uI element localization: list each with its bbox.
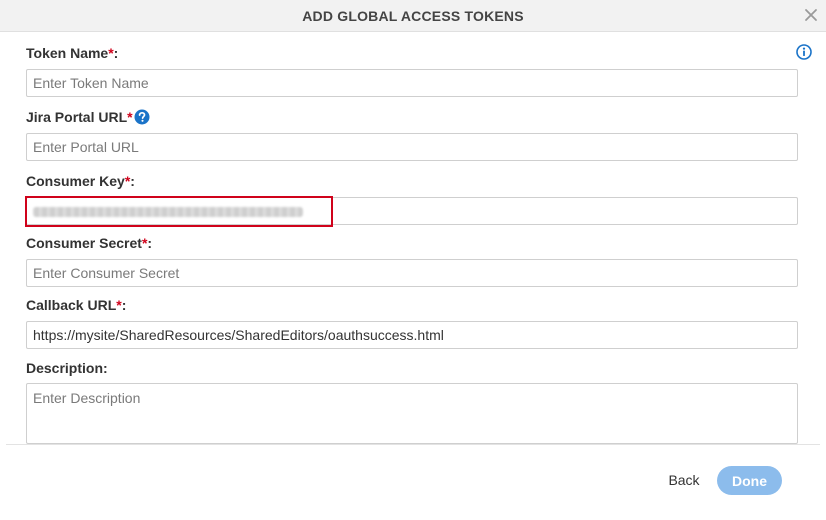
consumer-key-input[interactable] <box>25 196 798 227</box>
token-name-label: Token Name *: <box>26 45 118 61</box>
required-mark: * <box>127 109 133 125</box>
label-colon: : <box>121 297 127 313</box>
callback-url-label: Callback URL *: <box>26 297 126 313</box>
callback-url-label-text: Callback URL <box>26 297 117 313</box>
token-name-label-text: Token Name <box>26 45 109 61</box>
consumer-key-label: Consumer Key *: <box>26 173 135 189</box>
consumer-secret-input[interactable] <box>26 259 798 287</box>
label-colon: : <box>113 45 119 61</box>
jira-portal-url-label: Jira Portal URL * <box>26 109 150 125</box>
token-name-input[interactable] <box>26 69 798 97</box>
consumer-secret-label-text: Consumer Secret <box>26 235 142 251</box>
footer-divider <box>6 444 820 445</box>
label-colon: : <box>147 235 153 251</box>
description-label-text: Description: <box>26 360 108 376</box>
help-icon[interactable] <box>134 109 150 125</box>
portal-url-input[interactable] <box>26 133 798 161</box>
info-icon[interactable] <box>796 44 812 60</box>
callback-url-input[interactable] <box>26 321 798 349</box>
close-button[interactable] <box>802 6 820 24</box>
dialog-title: ADD GLOBAL ACCESS TOKENS <box>302 7 524 24</box>
done-button[interactable]: Done <box>717 466 782 495</box>
description-label: Description: <box>26 360 108 376</box>
description-textarea[interactable] <box>26 383 798 444</box>
consumer-key-label-text: Consumer Key <box>26 173 125 189</box>
jira-portal-url-label-text: Jira Portal URL <box>26 109 128 125</box>
back-button[interactable]: Back <box>662 466 706 494</box>
obscured-consumer-key-value <box>33 207 303 217</box>
dialog-header: ADD GLOBAL ACCESS TOKENS <box>0 0 826 32</box>
close-icon <box>805 9 817 21</box>
consumer-secret-label: Consumer Secret *: <box>26 235 152 251</box>
label-colon: : <box>130 173 135 189</box>
